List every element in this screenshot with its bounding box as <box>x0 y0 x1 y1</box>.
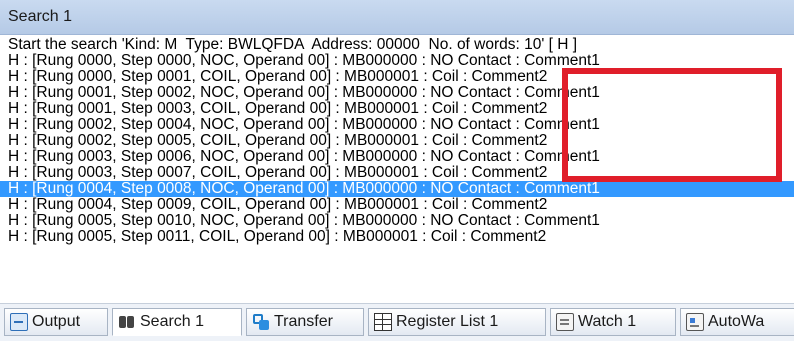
tab-label: Watch 1 <box>578 313 637 330</box>
autowatch-icon <box>686 313 704 331</box>
output-icon <box>10 313 28 331</box>
panel-title: Search 1 <box>8 8 73 25</box>
result-line[interactable]: H : [Rung 0001, Step 0003, COIL, Operand… <box>0 101 794 117</box>
bottom-tab-bar: Output Search 1 Transfer Register List 1… <box>0 303 794 341</box>
tab-autowatch[interactable]: AutoWa <box>680 308 794 336</box>
result-line[interactable]: H : [Rung 0000, Step 0001, COIL, Operand… <box>0 69 794 85</box>
tab-search-1[interactable]: Search 1 <box>112 308 242 336</box>
search-panel-titlebar: Search 1 <box>0 0 794 35</box>
result-line[interactable]: H : [Rung 0005, Step 0011, COIL, Operand… <box>0 229 794 245</box>
tab-label: Register List 1 <box>396 313 499 330</box>
result-line[interactable]: H : [Rung 0000, Step 0000, NOC, Operand … <box>0 53 794 69</box>
tab-label: Output <box>32 313 81 330</box>
tab-output[interactable]: Output <box>4 308 108 336</box>
result-line[interactable]: H : [Rung 0005, Step 0010, NOC, Operand … <box>0 213 794 229</box>
result-line-header[interactable]: Start the search 'Kind: M Type: BWLQFDA … <box>0 37 794 53</box>
tab-transfer[interactable]: Transfer <box>246 308 364 336</box>
tab-watch-1[interactable]: Watch 1 <box>550 308 676 336</box>
register-list-icon <box>374 313 392 331</box>
tab-register-list-1[interactable]: Register List 1 <box>368 308 546 336</box>
result-line[interactable]: H : [Rung 0003, Step 0007, COIL, Operand… <box>0 165 794 181</box>
tab-label: Search 1 <box>140 313 205 330</box>
result-line[interactable]: H : [Rung 0001, Step 0002, NOC, Operand … <box>0 85 794 101</box>
transfer-icon <box>252 313 270 331</box>
search-results-list[interactable]: Start the search 'Kind: M Type: BWLQFDA … <box>0 37 794 299</box>
result-line[interactable]: H : [Rung 0004, Step 0009, COIL, Operand… <box>0 197 794 213</box>
watch-icon <box>556 313 574 331</box>
tab-label: AutoWa <box>708 313 765 330</box>
result-line[interactable]: H : [Rung 0002, Step 0005, COIL, Operand… <box>0 133 794 149</box>
result-line[interactable]: H : [Rung 0002, Step 0004, NOC, Operand … <box>0 117 794 133</box>
tab-label: Transfer <box>274 313 333 330</box>
search-binoculars-icon <box>118 313 136 331</box>
result-line[interactable]: H : [Rung 0003, Step 0006, NOC, Operand … <box>0 149 794 165</box>
result-line-selected[interactable]: H : [Rung 0004, Step 0008, NOC, Operand … <box>0 181 794 197</box>
